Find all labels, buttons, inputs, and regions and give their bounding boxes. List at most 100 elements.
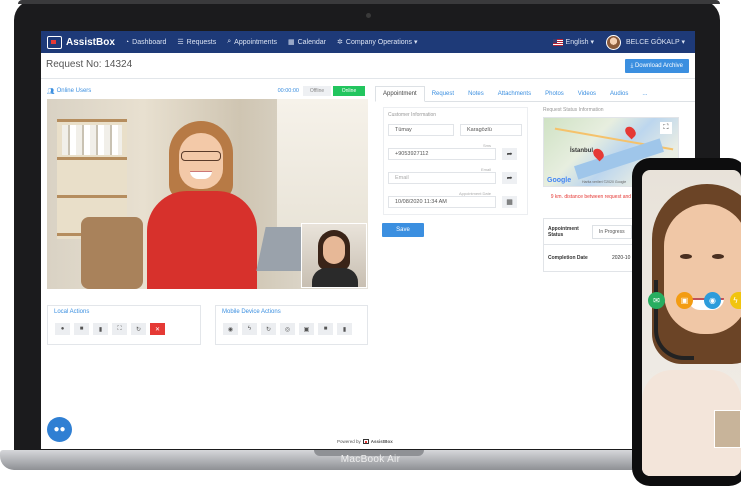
offline-button[interactable]: Offline: [303, 86, 331, 96]
nav-requests[interactable]: ☰ Requests: [177, 38, 217, 47]
local-actions-title: Local Actions: [54, 309, 90, 315]
calendar-icon: ▦: [506, 199, 513, 206]
tab-attachments[interactable]: Attachments: [491, 86, 538, 102]
nav-requests-label: Requests: [186, 38, 217, 46]
person-face: [179, 133, 223, 189]
tab-more[interactable]: ...: [635, 86, 654, 102]
refresh-icon[interactable]: ↻: [131, 323, 146, 335]
powered-by: Powered by AssistBox: [337, 439, 393, 444]
local-video-pip[interactable]: [301, 223, 367, 288]
video-panel: 👥︎ Online Users 00:00:00 Offline Online: [47, 85, 369, 291]
local-actions-panel: Local Actions ● ■ ▮ ⛶ ↻ ✕: [47, 305, 201, 345]
appointment-status-key: Appointment Status: [548, 225, 579, 238]
mic-icon[interactable]: ▮: [93, 323, 108, 335]
mobile-actions-title: Mobile Device Actions: [222, 309, 281, 315]
nav-company-operations[interactable]: ✲ Company Operations ▾: [337, 38, 417, 46]
list-icon: ☰: [177, 39, 184, 46]
video-icon[interactable]: ■: [318, 323, 333, 335]
tab-appointment[interactable]: Appointment: [375, 86, 425, 102]
tab-photos[interactable]: Photos: [538, 86, 571, 102]
mobile-actions-row: ◉ ϟ ↻ ◎ ▣ ■ ▮: [223, 323, 356, 335]
phone-self-view[interactable]: [714, 410, 741, 448]
powered-by-brand: AssistBox: [370, 439, 393, 444]
map-pin-icon[interactable]: [623, 124, 638, 140]
avatar[interactable]: [605, 34, 621, 50]
email-field[interactable]: Email Email: [388, 167, 496, 184]
laptop-bezel-highlight: [18, 0, 720, 4]
powered-by-prefix: Powered by: [337, 439, 361, 444]
tab-request[interactable]: Request: [425, 86, 461, 102]
download-archive-button[interactable]: ⤓ Download Archive: [624, 59, 689, 73]
user-icon[interactable]: ●: [55, 323, 70, 335]
phone-person-eye: [712, 254, 724, 259]
flash-icon[interactable]: ϟ: [730, 292, 741, 309]
mic-icon[interactable]: ▮: [337, 323, 352, 335]
send-sms-button[interactable]: ➦: [502, 148, 517, 160]
webcam-dot: [366, 13, 371, 18]
flash-icon[interactable]: ϟ: [242, 323, 257, 335]
nav-calendar[interactable]: ▦ Calendar: [287, 38, 326, 47]
location-icon[interactable]: ◉: [223, 323, 238, 335]
save-button[interactable]: Save: [382, 223, 424, 237]
assistbox-logo-icon: [47, 35, 62, 49]
online-users-label: Online Users: [56, 88, 92, 94]
phone-label: Sms: [483, 143, 491, 148]
camera-icon[interactable]: ▣: [299, 323, 314, 335]
end-call-icon[interactable]: ✕: [150, 323, 165, 335]
google-logo: Google: [547, 177, 572, 184]
last-name-value: Karagözlü: [467, 127, 492, 133]
nav-right-group: English ▾ BELCE GÖKALP ▾: [552, 34, 685, 50]
request-status-label: Request Status Information: [543, 107, 604, 113]
calendar-icon: ▦: [287, 39, 295, 46]
phone-person-eye: [680, 254, 692, 259]
online-status-badge[interactable]: Online: [333, 86, 365, 96]
device-label: MacBook Air: [340, 454, 401, 465]
nav-dashboard[interactable]: ◔ Dashboard: [125, 39, 166, 46]
chat-icon: ⌕: [227, 38, 232, 45]
dashboard-icon: ◔: [124, 38, 130, 46]
person-body: [147, 191, 257, 289]
detail-tabs: Appointment Request Notes Attachments Ph…: [375, 86, 695, 102]
nav-company-operations-label: Company Operations ▾: [345, 39, 418, 46]
map-city-label: İstanbul: [570, 148, 594, 154]
tab-audios[interactable]: Audios: [603, 86, 635, 102]
nav-appointments[interactable]: ⌕ Appointments: [227, 38, 277, 46]
eye-icon[interactable]: ◎: [280, 323, 295, 335]
customer-info-label: Customer Information: [388, 112, 437, 118]
appointment-status-select[interactable]: In Progress: [592, 224, 632, 239]
brand-name: AssistBox: [66, 36, 115, 48]
first-name-field[interactable]: Tümay: [388, 124, 454, 136]
call-timer: 00:00:00: [277, 88, 299, 94]
phone-field[interactable]: +905392711​2 Sms: [388, 143, 496, 160]
appointment-date-label: Appointment Date: [458, 191, 491, 196]
appointment-date-field[interactable]: 10/08/2020 11:34 AM Appointment Date: [388, 191, 496, 208]
send-email-button[interactable]: ➦: [502, 172, 517, 184]
calendar-picker-button[interactable]: ▦: [502, 196, 517, 208]
email-placeholder: Email: [395, 175, 409, 181]
tab-notes[interactable]: Notes: [461, 86, 491, 102]
user-menu[interactable]: BELCE GÖKALP ▾: [626, 38, 685, 46]
brand-logo[interactable]: AssistBox: [47, 35, 115, 49]
camera-icon[interactable]: ▣: [676, 292, 693, 309]
customer-info-box: Customer Information Tümay Karagözlü +90…: [383, 107, 528, 215]
chat-icon[interactable]: ✉: [648, 292, 665, 309]
photo-icon[interactable]: ◉: [704, 292, 721, 309]
fullscreen-icon[interactable]: ⛶: [112, 323, 127, 335]
share-arrow-icon: ➦: [506, 175, 513, 182]
video-chair: [81, 217, 143, 289]
completion-date-value: 2020-10: [612, 255, 631, 261]
chat-fab-button[interactable]: ●●: [47, 417, 72, 442]
app-screen: AssistBox ◔ Dashboard ☰ Requests ⌕ Appoi…: [41, 31, 695, 449]
us-flag-icon: [552, 38, 563, 46]
video-header: 👥︎ Online Users 00:00:00 Offline Online: [47, 85, 369, 97]
video-icon[interactable]: ■: [74, 323, 89, 335]
completion-date-key: Completion Date: [548, 255, 588, 261]
map-fullscreen-icon[interactable]: ⛶: [660, 122, 672, 134]
first-name-value: Tümay: [395, 127, 412, 133]
tab-videos[interactable]: Videos: [571, 86, 603, 102]
share-arrow-icon: ➦: [506, 151, 513, 158]
language-selector[interactable]: English ▾: [566, 38, 594, 46]
local-actions-row: ● ■ ▮ ⛶ ↻ ✕: [55, 323, 169, 335]
switch-camera-icon[interactable]: ↻: [261, 323, 276, 335]
last-name-field[interactable]: Karagözlü: [460, 124, 522, 136]
